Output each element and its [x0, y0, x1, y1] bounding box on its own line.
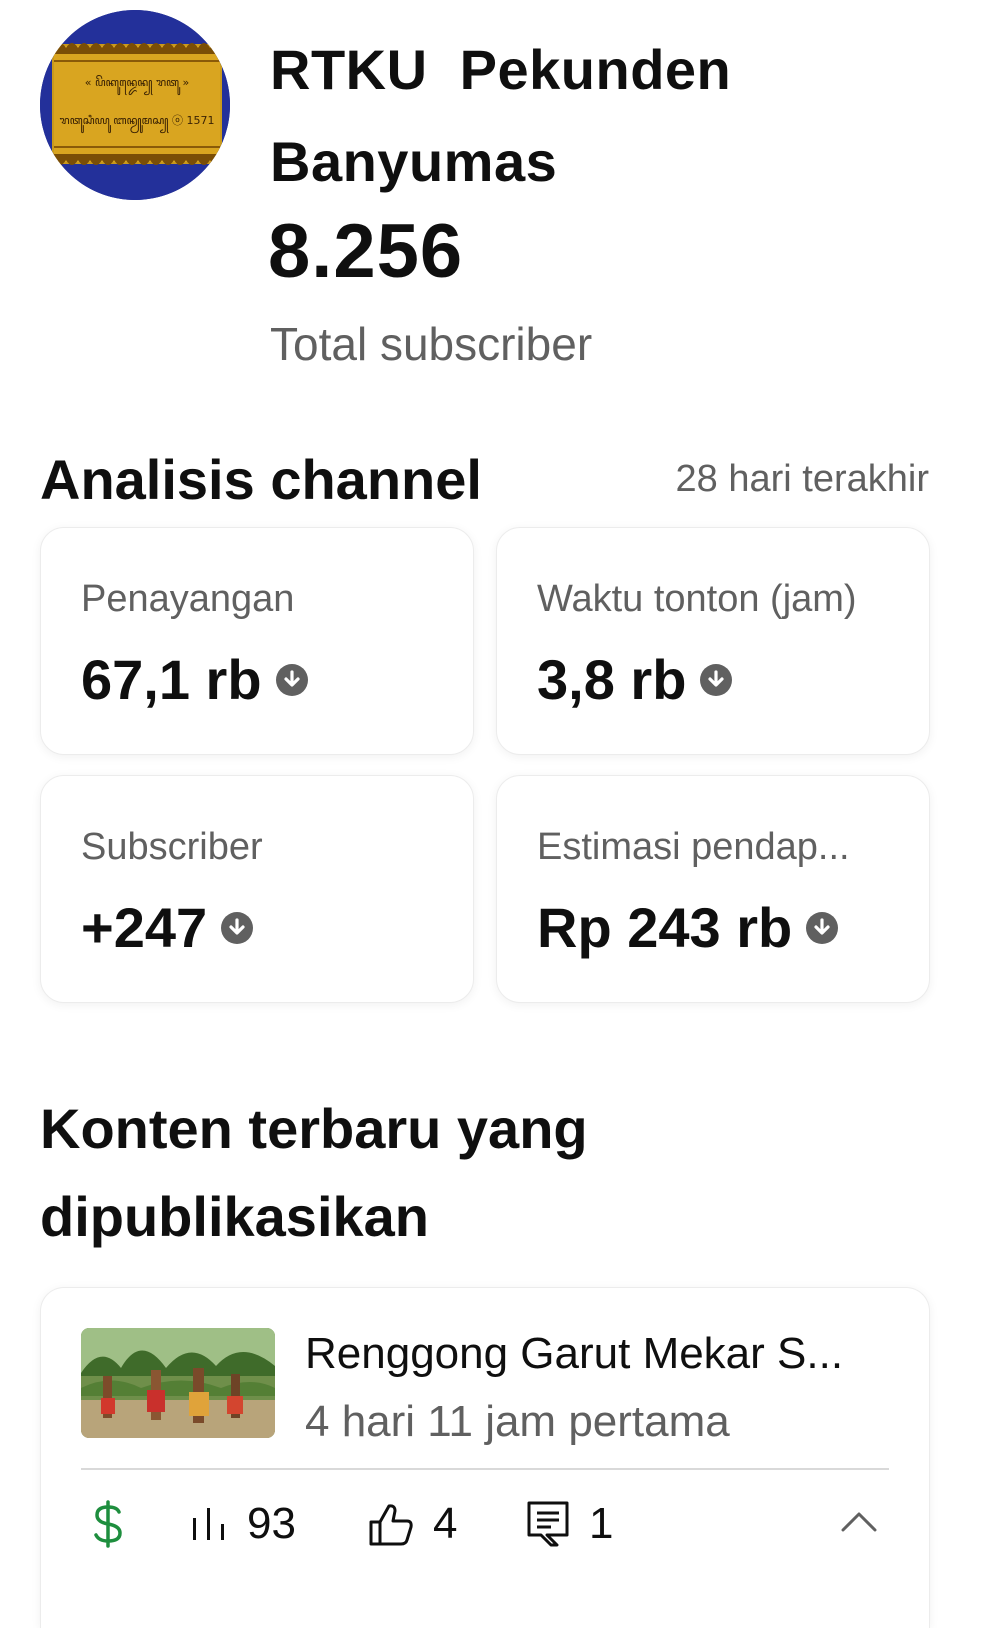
stat-value: +247 [81, 896, 208, 959]
channel-avatar[interactable]: « ꦥꦼꦏꦸꦤ꧀ꦢꦺꦤ꧀ ꦫꦠꦸ » ꦫꦠꦸꦱꦶꦪꦸ ꦧꦤꦾꦸꦩꦱ꧀ ⓞ 157… [40, 10, 230, 200]
video-metrics-row: 93 4 1 [81, 1494, 889, 1554]
video-title[interactable]: Renggong Garut Mekar S... [305, 1328, 843, 1380]
comment-icon [527, 1501, 569, 1547]
channel-header: « ꦥꦼꦏꦸꦤ꧀ꦢꦺꦤ꧀ ꦫꦠꦸ » ꦫꦠꦸꦱꦶꦪꦸ ꦧꦤꦾꦸꦩꦱ꧀ ⓞ 157… [40, 10, 960, 370]
date-range-label: 28 hari terakhir [675, 458, 929, 500]
stat-value: Rp 243 rb [537, 896, 793, 959]
stat-card-subscribers[interactable]: Subscriber +247 [40, 775, 474, 1003]
recent-content-title: Konten terbaru yang dipublikasikan [40, 1097, 588, 1248]
thumbs-up-icon [369, 1504, 413, 1546]
stat-label: Estimasi pendap... [537, 826, 850, 868]
channel-name: RTKU Pekunden Banyumas [270, 38, 748, 193]
stat-value: 67,1 rb [81, 648, 262, 711]
stat-card-views[interactable]: Penayangan 67,1 rb [40, 527, 474, 755]
video-meta: 4 hari 11 jam pertama [305, 1397, 730, 1446]
stat-value: 3,8 rb [537, 648, 687, 711]
chevron-up-icon[interactable] [829, 1494, 889, 1554]
stat-label: Waktu tonton (jam) [537, 578, 857, 620]
likes-count: 4 [433, 1499, 458, 1548]
bar-chart-icon [193, 1508, 224, 1540]
stat-card-watch-time[interactable]: Waktu tonton (jam) 3,8 rb [496, 527, 930, 755]
views-count: 93 [247, 1499, 296, 1548]
views-metric: 93 [189, 1494, 296, 1554]
stat-label: Penayangan [81, 578, 295, 620]
arrow-down-circle-icon [221, 912, 254, 944]
stat-label: Subscriber [81, 826, 263, 868]
channel-avatar-logo: « ꦥꦼꦏꦸꦤ꧀ꦢꦺꦤ꧀ ꦫꦠꦸ » ꦫꦠꦸꦱꦶꦪꦸ ꦧꦤꦾꦸꦩꦱ꧀ ⓞ 157… [40, 10, 230, 200]
divider [81, 1468, 889, 1470]
comments-count: 1 [589, 1499, 614, 1548]
subscriber-count: 8.256 [268, 209, 464, 294]
stat-card-estimated-revenue[interactable]: Estimasi pendap... Rp 243 rb [496, 775, 930, 1003]
subscriber-label: Total subscriber [270, 318, 593, 370]
arrow-down-circle-icon [275, 664, 308, 696]
revenue-metric [91, 1494, 125, 1554]
dollar-icon [94, 1500, 122, 1548]
arrow-down-circle-icon [806, 912, 839, 944]
arrow-down-circle-icon [700, 664, 733, 696]
comments-metric: 1 [525, 1494, 613, 1554]
recent-video-card[interactable]: Renggong Garut Mekar S... 4 hari 11 jam … [40, 1287, 930, 1628]
likes-metric: 4 [367, 1494, 457, 1554]
analytics-title: Analisis channel [40, 448, 482, 511]
video-thumbnail[interactable] [81, 1328, 275, 1438]
